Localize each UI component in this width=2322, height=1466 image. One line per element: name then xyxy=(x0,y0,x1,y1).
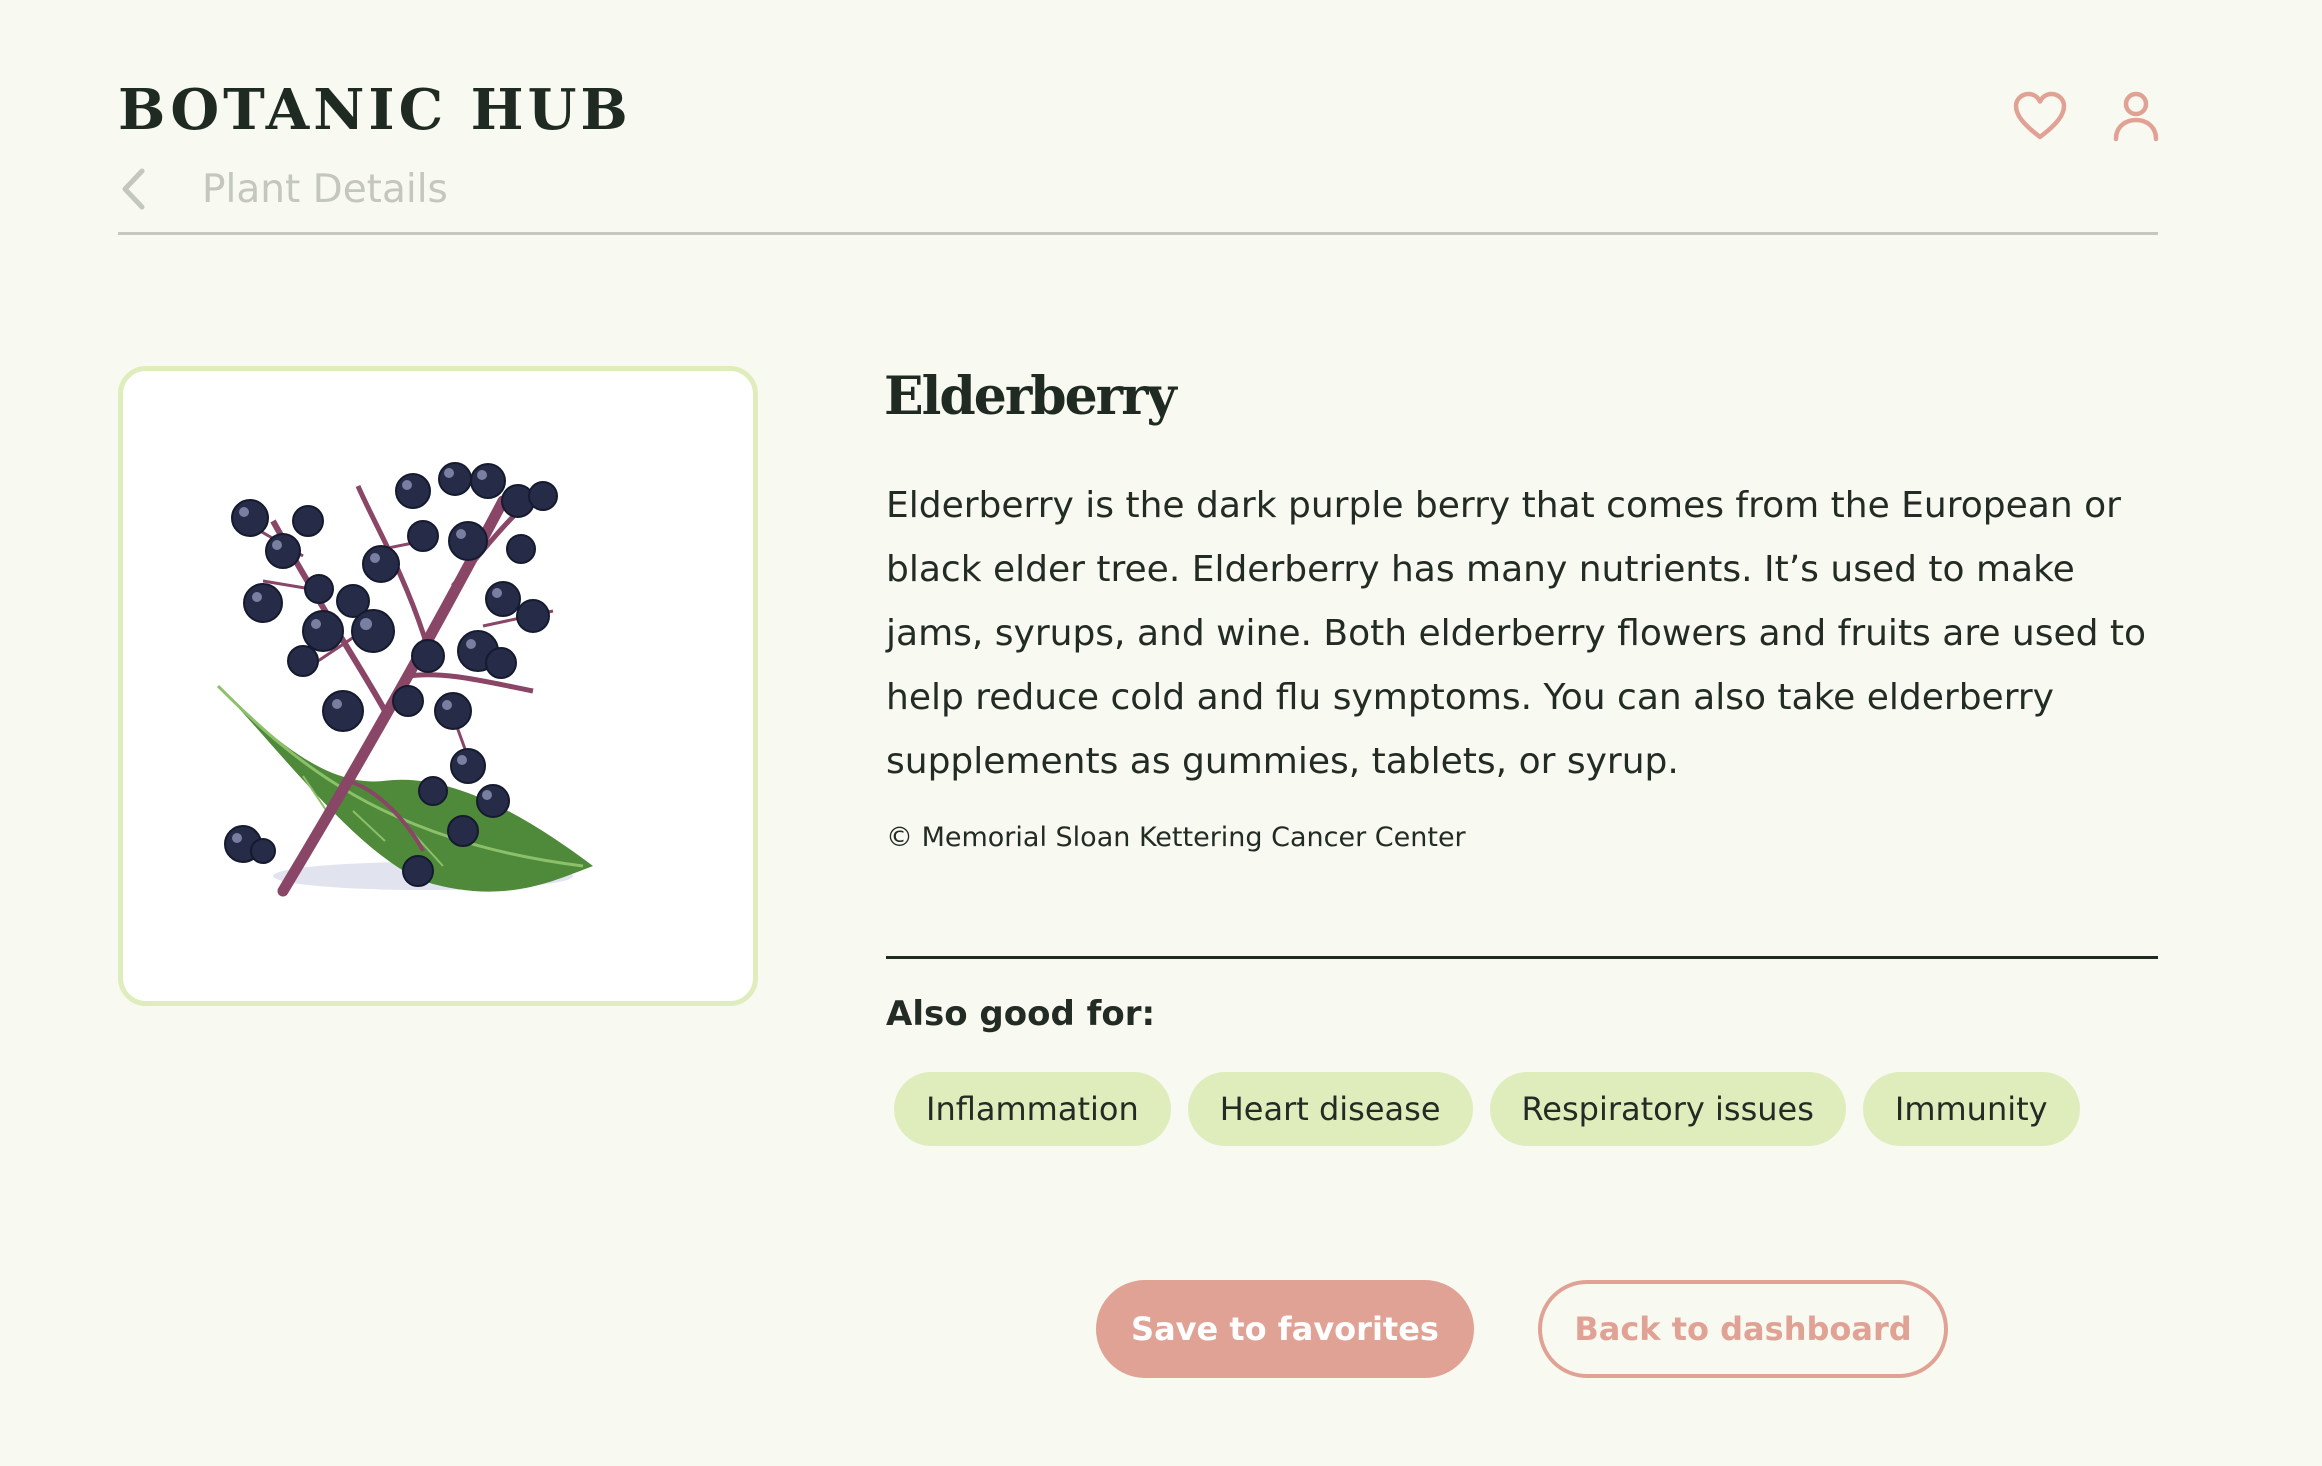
tag-respiratory-issues[interactable]: Respiratory issues xyxy=(1489,1072,1846,1146)
subnav-title: Plant Details xyxy=(202,166,448,212)
header-actions xyxy=(2012,88,2164,144)
save-to-favorites-button[interactable]: Save to favorites xyxy=(1096,1280,1474,1378)
back-to-dashboard-button[interactable]: Back to dashboard xyxy=(1538,1280,1948,1378)
benefit-tags: Inflammation Heart disease Respiratory i… xyxy=(894,1072,2080,1146)
brand-logo[interactable]: BOTANIC HUB xyxy=(118,82,632,138)
tag-immunity[interactable]: Immunity xyxy=(1862,1072,2080,1146)
plant-image-card xyxy=(118,366,758,1006)
user-icon[interactable] xyxy=(2108,88,2164,144)
plant-name: Elderberry xyxy=(884,366,1177,427)
also-good-for-label: Also good for: xyxy=(886,994,1156,1034)
section-divider xyxy=(886,956,2158,959)
heart-icon[interactable] xyxy=(2012,88,2068,144)
elderberry-illustration xyxy=(213,462,593,897)
action-buttons: Save to favorites Back to dashboard xyxy=(1096,1280,1948,1378)
subnav: Plant Details xyxy=(118,166,448,212)
header-divider xyxy=(118,232,2158,235)
chevron-left-icon[interactable] xyxy=(118,166,148,212)
image-credit: © Memorial Sloan Kettering Cancer Center xyxy=(886,822,1466,853)
tag-heart-disease[interactable]: Heart disease xyxy=(1187,1072,1473,1146)
tag-inflammation[interactable]: Inflammation xyxy=(894,1072,1171,1146)
plant-description: Elderberry is the dark purple berry that… xyxy=(886,485,2147,782)
